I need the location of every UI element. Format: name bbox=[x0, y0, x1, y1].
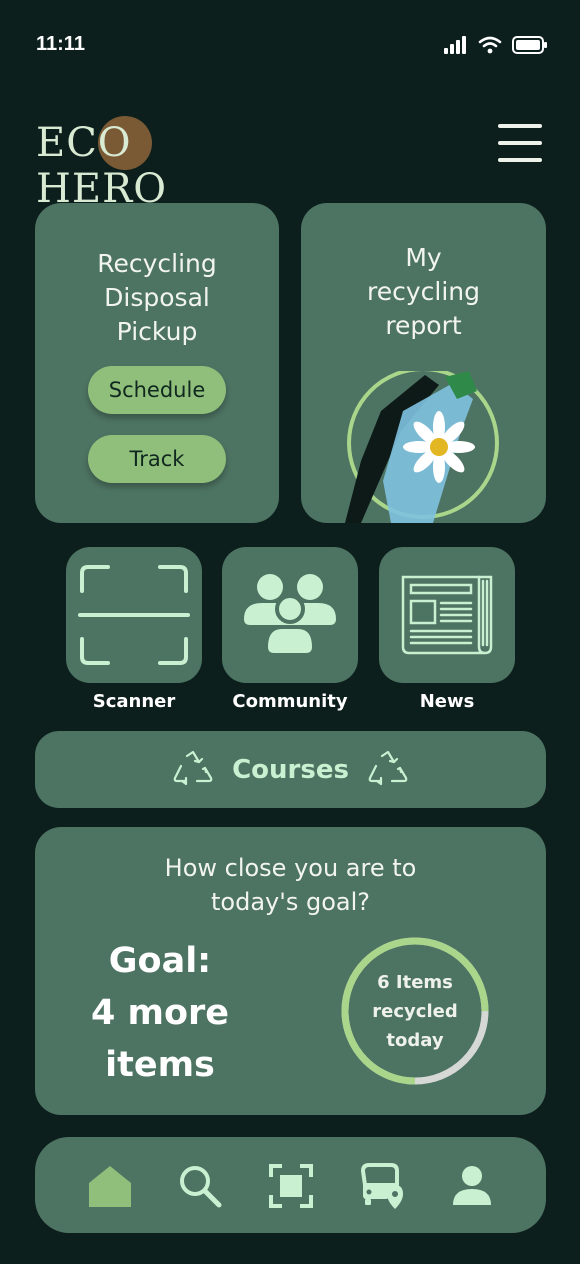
hamburger-icon-bar bbox=[498, 124, 542, 128]
status-time: 11:11 bbox=[36, 33, 85, 55]
scanner-label: Scanner bbox=[92, 691, 176, 712]
courses-button[interactable]: Courses bbox=[35, 731, 546, 808]
bus-location-icon bbox=[360, 1163, 403, 1209]
goal-card: How close you are to today's goal? Goal:… bbox=[35, 827, 546, 1115]
nav-home[interactable] bbox=[87, 1163, 133, 1209]
ring-line: 6 Items bbox=[377, 971, 453, 993]
battery-icon bbox=[512, 36, 547, 54]
nav-scan[interactable] bbox=[268, 1163, 314, 1209]
logo-text: ECO HERO bbox=[36, 120, 167, 212]
status-icons bbox=[444, 36, 548, 54]
pickup-card: Recycling Disposal Pickup Schedule Track bbox=[35, 203, 279, 523]
goal-question: How close you are to today's goal? bbox=[164, 854, 417, 916]
goal-progress-ring: 6 Items recycled today bbox=[335, 931, 495, 1091]
recycle-icon bbox=[173, 750, 213, 785]
home-icon bbox=[89, 1166, 131, 1207]
goal-line: Goal: bbox=[108, 941, 212, 981]
ring-line: recycled bbox=[372, 1000, 458, 1022]
signal-icon bbox=[444, 36, 466, 54]
goal-line: 4 more bbox=[90, 993, 230, 1033]
pickup-title: Recycling Disposal Pickup bbox=[97, 249, 217, 346]
hamburger-icon-bar bbox=[498, 141, 542, 145]
nav-bus-stops[interactable] bbox=[359, 1163, 405, 1209]
profile-icon bbox=[453, 1166, 491, 1205]
bottom-nav bbox=[35, 1137, 546, 1233]
recycle-icon bbox=[368, 750, 408, 785]
scanner-button[interactable] bbox=[66, 547, 202, 683]
news-label: News bbox=[419, 691, 475, 712]
track-button[interactable]: Track bbox=[88, 435, 226, 483]
courses-label: Courses bbox=[232, 754, 349, 785]
schedule-button[interactable]: Schedule bbox=[88, 366, 226, 414]
app-logo: ECO HERO bbox=[36, 112, 256, 212]
search-icon bbox=[180, 1166, 222, 1208]
wifi-icon bbox=[478, 36, 502, 54]
community-button[interactable] bbox=[222, 547, 358, 683]
news-button[interactable] bbox=[379, 547, 515, 683]
scan-icon bbox=[269, 1164, 313, 1208]
hamburger-icon-bar bbox=[498, 158, 542, 162]
ring-text: 6 Items recycled today bbox=[335, 931, 495, 1091]
goal-line: items bbox=[105, 1045, 215, 1085]
nav-profile[interactable] bbox=[449, 1163, 495, 1209]
newspaper-icon bbox=[401, 575, 493, 655]
menu-button[interactable] bbox=[498, 124, 542, 162]
report-title: My recycling report bbox=[366, 243, 480, 340]
community-icon bbox=[244, 574, 336, 657]
ring-line: today bbox=[386, 1029, 444, 1051]
goal-text: Goal: 4 more items bbox=[75, 935, 245, 1091]
nav-search[interactable] bbox=[177, 1163, 223, 1209]
report-card[interactable]: My recycling report bbox=[301, 203, 546, 523]
status-bar: 11:11 bbox=[0, 0, 580, 90]
bottle-flower-image bbox=[345, 371, 499, 523]
scanner-icon bbox=[78, 565, 190, 665]
community-label: Community bbox=[232, 691, 348, 712]
